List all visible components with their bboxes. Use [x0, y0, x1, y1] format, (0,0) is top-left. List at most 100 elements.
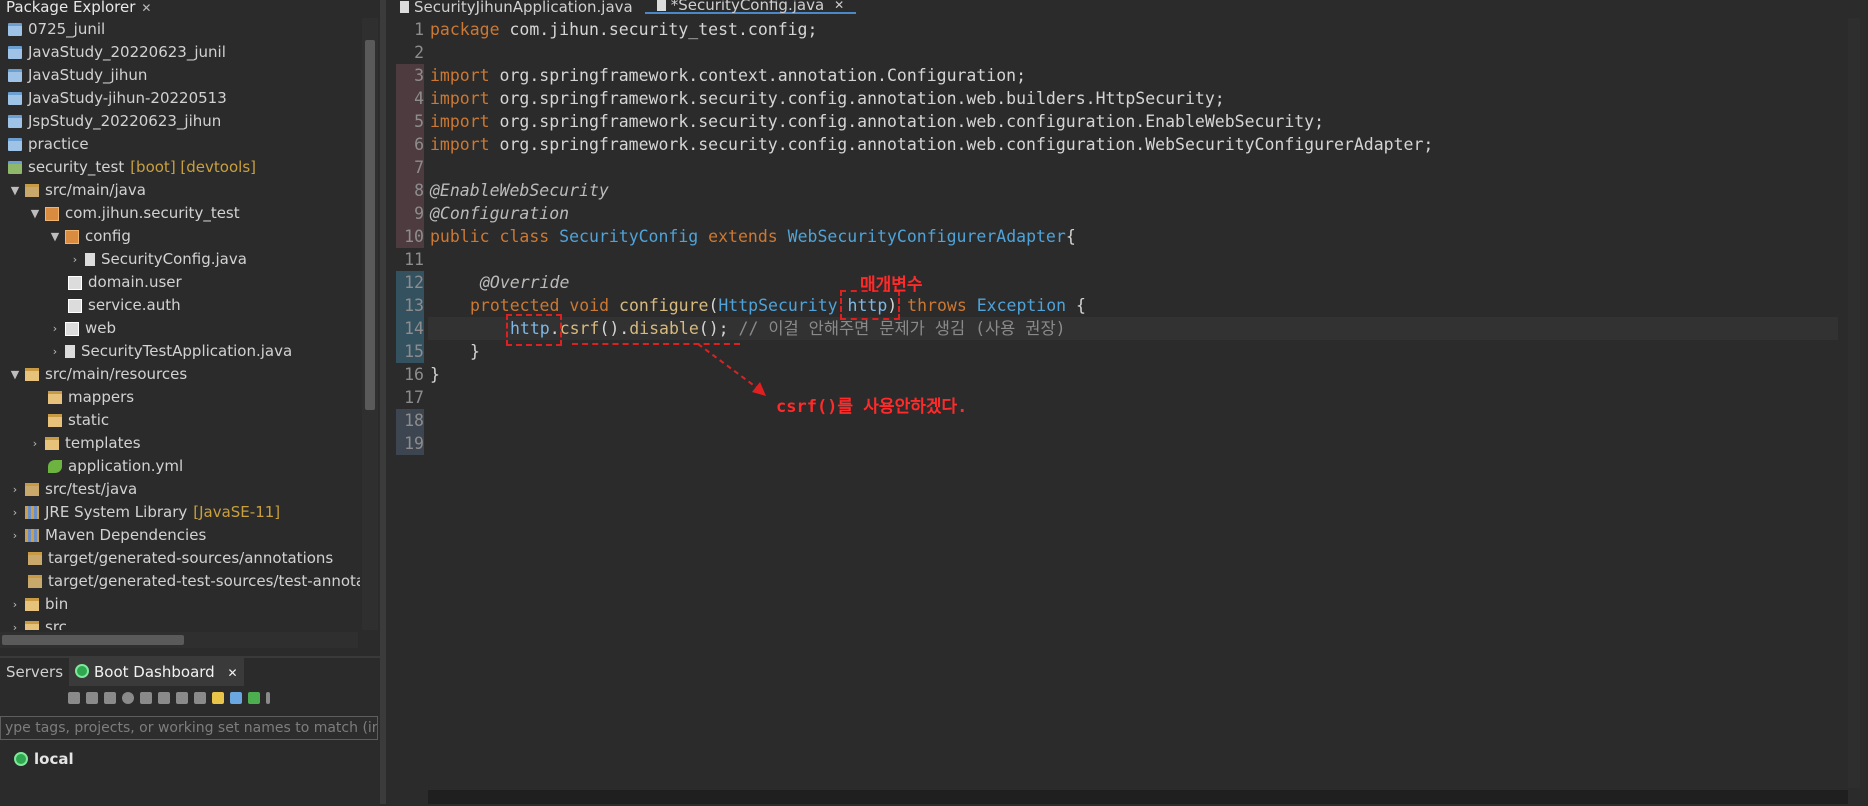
tab-boot-dashboard[interactable]: Boot Dashboard ✕	[69, 658, 244, 686]
tree-item[interactable]: mappers	[0, 386, 360, 409]
stop-icon[interactable]	[104, 692, 116, 704]
tree-item[interactable]: target/generated-sources/annotations	[0, 547, 360, 570]
debug-icon[interactable]	[86, 692, 98, 704]
edit-icon[interactable]	[176, 692, 188, 704]
tree-item[interactable]: static	[0, 409, 360, 432]
tree-item-label: src	[45, 618, 67, 630]
chevron-down-icon[interactable]: ▼	[8, 179, 22, 202]
tree-item[interactable]: › templates	[0, 432, 360, 455]
chevron-right-icon[interactable]: ›	[8, 524, 22, 547]
scrollbar-thumb[interactable]	[365, 40, 375, 410]
package-explorer-tabbar: Package Explorer ✕	[0, 0, 380, 15]
chevron-down-icon[interactable]: ▼	[48, 225, 62, 248]
local-label: local	[34, 750, 74, 768]
chevron-right-icon[interactable]: ›	[48, 317, 62, 340]
tree-item[interactable]: domain.user	[0, 271, 360, 294]
tree-item-label: target/generated-sources/annotations	[48, 549, 334, 567]
project-tree: 0725_junil JavaStudy_20220623_junil Java…	[0, 18, 360, 630]
chevron-down-icon[interactable]: ▼	[8, 363, 22, 386]
tree-item-label: mappers	[68, 388, 135, 406]
keyword: import	[430, 112, 490, 131]
chevron-right-icon[interactable]: ›	[8, 478, 22, 501]
tree-item[interactable]: › bin	[0, 593, 360, 616]
chevron-right-icon[interactable]: ›	[48, 340, 62, 363]
tree-item[interactable]: ▼ com.jihun.security_test	[0, 202, 360, 225]
line-number: 14	[396, 317, 424, 340]
lightbulb-icon[interactable]	[212, 692, 224, 704]
tab-label: Package Explorer	[6, 0, 136, 16]
keyword: package	[430, 20, 500, 39]
package-icon	[68, 275, 82, 290]
tree-item[interactable]: › JRE System Library [JavaSE-11]	[0, 501, 360, 524]
tree-item[interactable]: › SecurityConfig.java	[0, 248, 360, 271]
resource-folder-icon	[25, 368, 39, 381]
overview-ruler[interactable]	[1848, 18, 1860, 788]
line-number: 18	[396, 409, 424, 432]
view-menu-icon[interactable]	[266, 692, 270, 704]
tree-item[interactable]: JavaStudy-jihun-20220513	[0, 87, 360, 110]
source-folder-icon	[28, 552, 42, 565]
close-icon[interactable]: ✕	[227, 666, 237, 680]
chevron-right-icon[interactable]: ›	[28, 432, 42, 455]
tab-servers[interactable]: Servers	[0, 663, 69, 681]
code-area[interactable]: 1 2 3 4 5 6 7 8 9 10 11 12 13 14 15 16 1…	[388, 18, 1848, 788]
chevron-right-icon[interactable]: ›	[68, 248, 82, 271]
editor-horizontal-scrollbar[interactable]	[428, 790, 1848, 804]
tree-item[interactable]: ▼ src/main/resources	[0, 363, 360, 386]
start-icon[interactable]	[68, 692, 80, 704]
code-text: {	[1076, 296, 1086, 315]
tab-package-explorer[interactable]: Package Explorer ✕	[0, 0, 157, 15]
local-target[interactable]: local	[0, 750, 380, 768]
filter-input[interactable]: ype tags, projects, or working set names…	[0, 716, 378, 740]
console-icon[interactable]	[140, 692, 152, 704]
tree-item-label: web	[85, 319, 117, 337]
tree-item[interactable]: JspStudy_20220623_jihun	[0, 110, 360, 133]
add-icon[interactable]	[248, 692, 260, 704]
tree-item[interactable]: ▼ config	[0, 225, 360, 248]
tree-item[interactable]: service.auth	[0, 294, 360, 317]
open-browser-icon[interactable]	[122, 692, 134, 704]
keyword: class	[499, 227, 550, 246]
java-file-icon	[656, 0, 666, 11]
folder-icon	[45, 437, 59, 450]
tree-item[interactable]: application.yml	[0, 455, 360, 478]
refresh-icon[interactable]	[158, 692, 170, 704]
tab-security-config[interactable]: *SecurityConfig.java ✕	[644, 0, 857, 14]
tree-item[interactable]: target/generated-test-sources/test-annot…	[0, 570, 360, 593]
chevron-right-icon[interactable]: ›	[8, 501, 22, 524]
line-number: 13	[396, 294, 424, 317]
code-line: package com.jihun.security_test.config;	[430, 18, 817, 41]
keyword: import	[430, 135, 490, 154]
close-icon[interactable]: ✕	[834, 0, 844, 12]
csrf-annotation-label: csrf()를 사용안하겠다.	[776, 397, 968, 417]
properties-icon[interactable]	[194, 692, 206, 704]
tree-item[interactable]: › Maven Dependencies	[0, 524, 360, 547]
tree-item[interactable]: › src/test/java	[0, 478, 360, 501]
tree-item[interactable]: practice	[0, 133, 360, 156]
view-divider[interactable]	[380, 0, 386, 804]
tree-item-label: practice	[28, 135, 89, 153]
tree-item[interactable]: ▼ src/main/java	[0, 179, 360, 202]
tree-item[interactable]: JavaStudy_20220623_junil	[0, 41, 360, 64]
tree-vertical-scrollbar[interactable]	[362, 18, 378, 630]
method-name: configure	[619, 296, 709, 315]
filter-icon[interactable]	[230, 692, 242, 704]
tree-item[interactable]: › src	[0, 616, 360, 630]
code-line: import org.springframework.security.conf…	[430, 110, 1324, 133]
close-icon[interactable]: ✕	[141, 1, 151, 15]
tree-item[interactable]: JavaStudy_jihun	[0, 64, 360, 87]
tree-item-security-test[interactable]: security_test [boot] [devtools]	[0, 156, 360, 179]
code-line: protected void configure(HttpSecurity ht…	[470, 294, 1086, 317]
package-icon	[65, 321, 79, 336]
tree-item[interactable]: › SecurityTestApplication.java	[0, 340, 360, 363]
code-text: (	[708, 296, 719, 315]
tree-horizontal-scrollbar[interactable]	[0, 632, 358, 648]
tree-item[interactable]: 0725_junil	[0, 18, 360, 41]
tree-item[interactable]: › web	[0, 317, 360, 340]
chevron-right-icon[interactable]: ›	[8, 593, 22, 616]
scrollbar-thumb[interactable]	[2, 635, 184, 645]
chevron-right-icon[interactable]: ›	[8, 616, 22, 630]
folder-icon	[25, 598, 39, 611]
tab-security-jihun-application[interactable]: SecurityJihunApplication.java	[388, 0, 645, 15]
chevron-down-icon[interactable]: ▼	[28, 202, 42, 225]
